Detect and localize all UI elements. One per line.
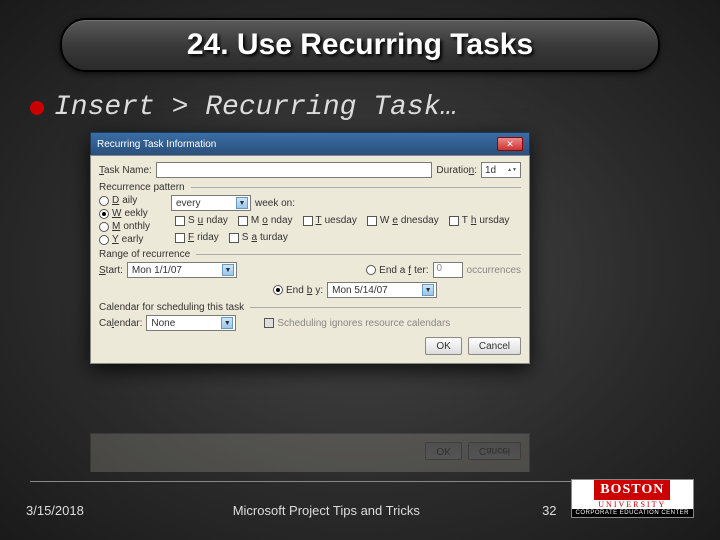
start-date-dropdown[interactable]: Mon 1/1/07 ▼ <box>127 262 237 278</box>
bullet-icon <box>30 101 44 115</box>
recurrence-pattern-label: Recurrence pattern <box>99 182 521 193</box>
logo-line2: UNIVERSITY <box>594 500 670 509</box>
calendar-label: Calendar: <box>99 318 142 329</box>
chevron-down-icon: ▼ <box>222 264 234 276</box>
chk-wednesday[interactable]: Wednesday <box>367 215 439 226</box>
spinner-icon[interactable]: ▲▼ <box>507 168 517 173</box>
calendar-dropdown[interactable]: None ▼ <box>146 315 236 331</box>
bu-logo: BOSTON UNIVERSITY CORPORATE EDUCATION CE… <box>571 479 694 518</box>
chk-thursday[interactable]: Thursday <box>449 215 510 226</box>
dialog-recurring-task: Recurring Task Information ✕ Task Task N… <box>90 132 530 364</box>
bullet-row: Insert > Recurring Task… <box>30 92 457 123</box>
duration-value: 1d <box>485 165 496 176</box>
slide-footer: 3/15/2018 Microsoft Project Tips and Tri… <box>0 479 720 518</box>
chevron-down-icon: ▼ <box>221 317 233 329</box>
radio-monthly[interactable]: Monthly <box>99 221 167 232</box>
radio-end-after[interactable]: End after: <box>366 265 428 276</box>
chevron-down-icon: ▼ <box>422 284 434 296</box>
footer-title: Microsoft Project Tips and Tricks <box>136 503 517 518</box>
radio-weekly[interactable]: Weekly <box>99 208 167 219</box>
ok-button[interactable]: OK <box>425 337 461 355</box>
cancel-button-reflection: Cancel <box>468 442 521 460</box>
weekday-checkboxes: Sunday Monday Tuesday Wednesday Thursday… <box>175 215 521 243</box>
end-after-input[interactable]: 0 <box>433 262 463 278</box>
slide-title: 24. Use Recurring Tasks <box>82 28 638 62</box>
occurrences-label: occurrences <box>467 265 521 276</box>
slide-title-bar: 24. Use Recurring Tasks <box>60 18 660 72</box>
calendar-section-label: Calendar for scheduling this task <box>99 302 521 313</box>
menu-path-text: Insert > Recurring Task… <box>54 92 457 123</box>
ok-button-reflection: OK <box>425 442 461 460</box>
week-on-label: week on: <box>255 198 295 209</box>
chk-scheduling-ignore: Scheduling ignores resource calendars <box>264 318 450 329</box>
end-by-value: Mon 5/14/07 <box>332 285 388 296</box>
duration-input[interactable]: 1d ▲▼ <box>481 162 521 178</box>
dialog-titlebar[interactable]: Recurring Task Information ✕ <box>90 132 530 155</box>
radio-end-by[interactable]: End by: <box>273 285 323 296</box>
task-name-label: Task Task Name:Name: <box>99 165 152 176</box>
task-name-input[interactable] <box>156 162 433 178</box>
logo-line1: BOSTON <box>594 480 670 500</box>
frequency-dropdown[interactable]: every ▼ <box>171 195 251 211</box>
calendar-value: None <box>151 318 175 329</box>
range-label: Range of recurrence <box>99 249 521 260</box>
end-by-dropdown[interactable]: Mon 5/14/07 ▼ <box>327 282 437 298</box>
close-icon[interactable]: ✕ <box>497 137 523 151</box>
start-value: Mon 1/1/07 <box>132 265 182 276</box>
chk-monday[interactable]: Monday <box>238 215 293 226</box>
dialog-body: Task Task Name:Name: Duration: 1d ▲▼ Rec… <box>90 155 530 364</box>
duration-label: Duration: <box>436 165 477 176</box>
radio-yearly[interactable]: Yearly <box>99 234 167 245</box>
chk-friday[interactable]: Friday <box>175 232 219 243</box>
dialog-title: Recurring Task Information <box>97 139 216 150</box>
radio-daily[interactable]: DDailyaily <box>99 195 167 206</box>
recurrence-radio-group: DDailyaily Weekly Monthly Yearly <box>99 195 167 245</box>
frequency-value: every <box>176 198 200 209</box>
logo-line3: CORPORATE EDUCATION CENTER <box>572 509 693 517</box>
chevron-down-icon: ▼ <box>236 197 248 209</box>
start-label: Start: <box>99 265 123 276</box>
footer-date: 3/15/2018 <box>26 503 136 518</box>
chk-tuesday[interactable]: Tuesday <box>303 215 357 226</box>
chk-saturday[interactable]: Saturday <box>229 232 288 243</box>
footer-page-number: 32 <box>517 503 557 518</box>
chk-sunday[interactable]: Sunday <box>175 215 228 226</box>
cancel-button[interactable]: Cancel <box>468 337 521 355</box>
